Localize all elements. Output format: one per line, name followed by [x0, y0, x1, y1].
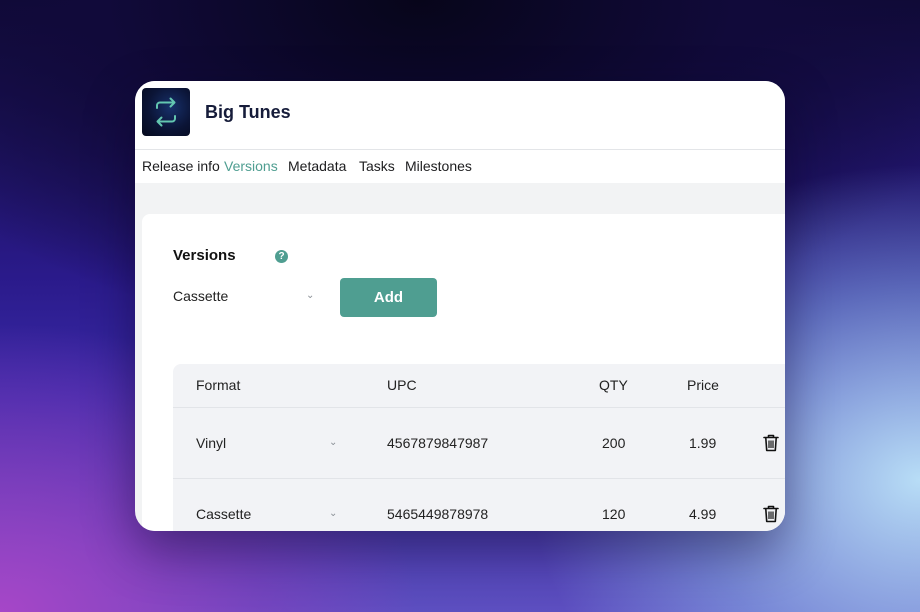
- chevron-down-icon: ⌄: [306, 290, 315, 301]
- format-select-value: Cassette: [173, 288, 229, 304]
- tab-versions[interactable]: Versions: [224, 158, 278, 174]
- repeat-arrows-icon: [156, 97, 176, 127]
- table-row: Vinyl ⌄ 4567879847987 200 1.99: [173, 407, 785, 478]
- row-qty[interactable]: 120: [602, 506, 625, 522]
- tab-bar: Release info Versions Metadata Tasks Mil…: [135, 150, 785, 183]
- column-header-upc: UPC: [387, 377, 417, 393]
- format-select[interactable]: Cassette ⌄: [173, 281, 318, 311]
- trash-icon[interactable]: [763, 434, 779, 457]
- chevron-down-icon[interactable]: ⌄: [329, 437, 337, 448]
- row-format-select[interactable]: Cassette: [196, 506, 251, 522]
- versions-title: Versions: [173, 247, 236, 264]
- row-upc[interactable]: 5465449878978: [387, 506, 488, 522]
- tab-metadata[interactable]: Metadata: [288, 158, 346, 174]
- versions-table: Format UPC QTY Price Vinyl ⌄ 45678798479…: [173, 364, 785, 531]
- tab-milestones[interactable]: Milestones: [405, 158, 472, 174]
- tab-release-info[interactable]: Release info: [142, 158, 220, 174]
- chevron-down-icon[interactable]: ⌄: [329, 508, 337, 519]
- versions-card: Versions ? Cassette ⌄ Add Format UPC QTY…: [142, 214, 785, 531]
- tab-tasks[interactable]: Tasks: [359, 158, 395, 174]
- app-window: Big Tunes Release info Versions Metadata…: [135, 81, 785, 531]
- table-row: Cassette ⌄ 5465449878978 120 4.99: [173, 478, 785, 531]
- row-price[interactable]: 1.99: [689, 435, 716, 451]
- add-button[interactable]: Add: [340, 278, 437, 317]
- row-price[interactable]: 4.99: [689, 506, 716, 522]
- row-upc[interactable]: 4567879847987: [387, 435, 488, 451]
- app-logo[interactable]: [142, 88, 190, 136]
- column-header-format: Format: [196, 377, 241, 393]
- column-header-price: Price: [687, 377, 719, 393]
- question-circle-icon[interactable]: ?: [275, 250, 288, 263]
- trash-icon[interactable]: [763, 505, 779, 528]
- app-header: Big Tunes: [135, 81, 785, 150]
- row-format-select[interactable]: Vinyl: [196, 435, 226, 451]
- column-header-qty: QTY: [599, 377, 628, 393]
- row-qty[interactable]: 200: [602, 435, 625, 451]
- app-title: Big Tunes: [205, 102, 291, 122]
